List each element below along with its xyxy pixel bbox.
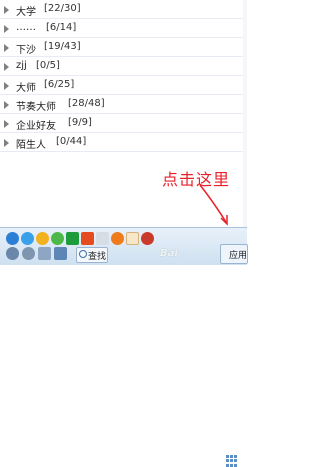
watermark-text: Bai: [160, 248, 178, 259]
video-icon[interactable]: [141, 232, 154, 245]
bottom-toolbar: [0, 227, 247, 467]
settings-gear-icon[interactable]: [22, 247, 35, 260]
shopping-icon[interactable]: [111, 232, 124, 245]
main-menu-icon[interactable]: [6, 247, 19, 260]
apps-label: 应用: [229, 251, 248, 261]
sound-icon[interactable]: [38, 247, 51, 260]
mail-icon[interactable]: [96, 232, 109, 245]
app-grid-icon[interactable]: [226, 455, 238, 467]
music-icon[interactable]: [66, 232, 79, 245]
game-icon[interactable]: [51, 232, 64, 245]
search-icon: [79, 250, 87, 258]
apps-button[interactable]: 应用: [220, 244, 248, 264]
pet-icon[interactable]: [126, 232, 139, 245]
annotation-arrow-icon: [199, 184, 228, 226]
stock-icon[interactable]: [81, 232, 94, 245]
qq-main-panel: 大学 [22/30] …… [6/14] 下沙 [19/43] zjj [0/5…: [0, 0, 248, 467]
weibo-icon[interactable]: [36, 232, 49, 245]
message-manager-icon[interactable]: [54, 247, 67, 260]
qq-penguin-icon[interactable]: [6, 232, 19, 245]
qzone-star-icon[interactable]: [21, 232, 34, 245]
search-label: 查找: [88, 252, 107, 262]
search-button[interactable]: 查找: [76, 247, 108, 263]
